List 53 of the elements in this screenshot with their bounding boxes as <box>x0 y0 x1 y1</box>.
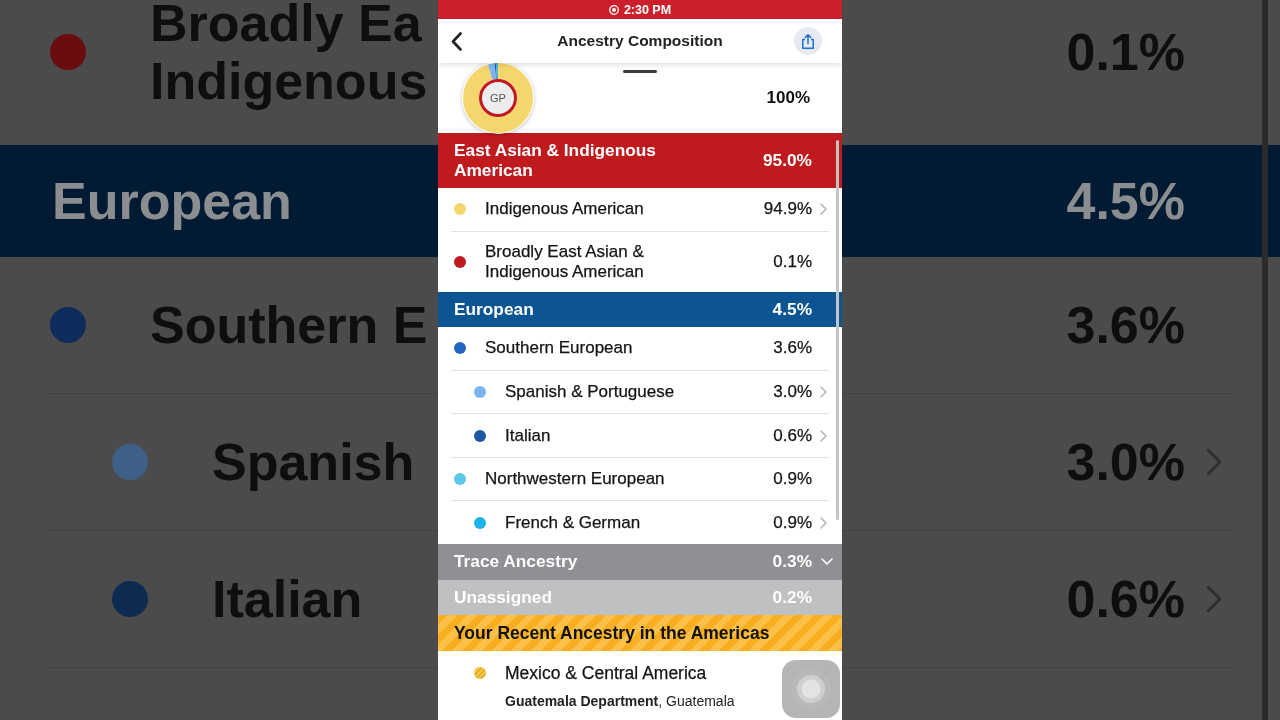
screen-title: Ancestry Composition <box>557 32 723 50</box>
region-label: Southern E <box>150 296 428 354</box>
section-percent: 4.5% <box>1066 171 1185 231</box>
region-label: French & German <box>505 512 641 533</box>
region-percent: 0.9% <box>773 469 812 490</box>
region-label: Mexico & Central America <box>505 663 707 684</box>
total-percent: 100% <box>766 88 810 108</box>
region-label: Spanish <box>212 433 415 491</box>
section-label: Unassigned <box>454 587 552 608</box>
status-time: 2:30 PM <box>623 2 672 17</box>
region-percent: 0.6% <box>1066 569 1185 629</box>
region-percent: 94.9% <box>763 199 812 220</box>
region-percent: 3.6% <box>1066 295 1185 355</box>
share-icon <box>802 33 814 49</box>
chevron-right-icon[interactable] <box>820 386 827 398</box>
section-label: East Asian & Indigenous American <box>454 141 657 180</box>
region-label: Italian <box>505 425 551 446</box>
section-percent: 95.0% <box>763 150 812 171</box>
region-percent: 3.6% <box>773 338 812 359</box>
region-label: Northwestern European <box>485 469 665 490</box>
chevron-right-icon[interactable] <box>1207 449 1221 475</box>
back-button[interactable] <box>451 31 462 51</box>
region-percent: 0.1% <box>773 251 812 272</box>
region-label: Indigenous American <box>485 199 644 220</box>
region-label: Indigenous <box>150 52 428 110</box>
chevron-right-icon[interactable] <box>820 516 827 529</box>
region-percent: 3.0% <box>773 382 812 402</box>
region-percent: 0.9% <box>773 512 812 533</box>
chevron-right-icon[interactable] <box>1207 586 1221 612</box>
region-percent: 3.0% <box>1066 432 1185 492</box>
region-percent: 0.6% <box>773 425 812 446</box>
section-label: European <box>454 299 534 320</box>
section-percent: 4.5% <box>772 299 812 320</box>
region-label: Spanish & Portuguese <box>505 382 675 402</box>
assistive-touch-button[interactable] <box>782 660 840 718</box>
region-label: Italian <box>212 570 363 628</box>
chevron-down-icon[interactable] <box>821 558 833 566</box>
region-label: Broadly Ea <box>150 0 423 52</box>
share-button[interactable] <box>794 27 822 55</box>
region-label: Broadly East Asian & Indigenous American <box>485 241 645 282</box>
region-detail: Guatemala Department, Guatemala <box>505 693 735 710</box>
region-percent: 0.1% <box>1066 22 1185 82</box>
drag-handle[interactable] <box>623 70 657 73</box>
section-percent: 0.2% <box>772 587 812 608</box>
region-label: Southern European <box>485 338 633 359</box>
chevron-right-icon[interactable] <box>820 429 827 442</box>
section-label: European <box>52 171 292 231</box>
section-band[interactable]: Trace Ancestry 0.3% <box>438 544 842 580</box>
chevron-left-icon <box>451 31 462 51</box>
section-label: Your Recent Ancestry in the Americas <box>454 622 770 644</box>
chevron-right-icon[interactable] <box>820 203 827 216</box>
section-percent: 0.3% <box>772 552 812 572</box>
section-label: Trace Ancestry <box>454 552 578 572</box>
